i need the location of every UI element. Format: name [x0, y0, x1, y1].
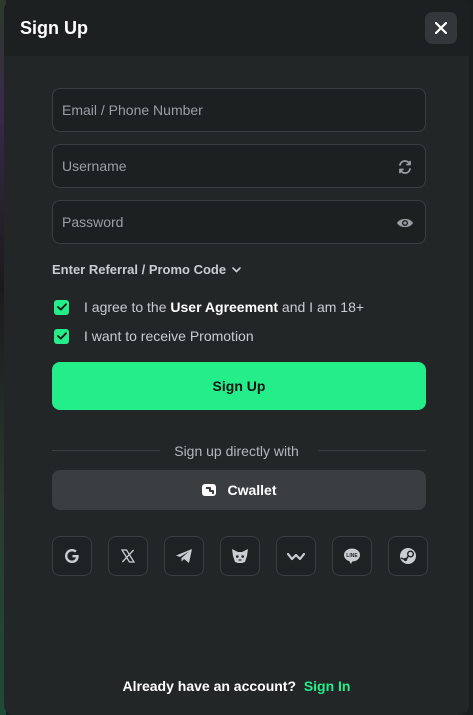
dialog-header: Sign Up: [4, 0, 469, 56]
footer: Already have an account? Sign In: [4, 678, 469, 694]
email-field-wrapper: [52, 88, 426, 132]
divider-right: [318, 450, 426, 451]
user-agreement-link[interactable]: User Agreement: [170, 299, 278, 315]
telegram-icon: [176, 549, 192, 563]
referral-toggle[interactable]: Enter Referral / Promo Code: [52, 262, 241, 277]
agreement-checkbox[interactable]: [54, 299, 69, 315]
agreement-prefix: I agree to the: [84, 299, 171, 315]
refresh-icon[interactable]: [395, 157, 415, 177]
cwallet-label: Cwallet: [227, 482, 277, 498]
x-signup-button[interactable]: [108, 536, 148, 576]
metamask-signup-button[interactable]: [220, 536, 260, 576]
telegram-signup-button[interactable]: [164, 536, 204, 576]
promotion-row: I want to receive Promotion: [54, 328, 254, 344]
password-field-wrapper: [52, 200, 426, 244]
signup-dialog: Sign Up Email / Phone Number Username En…: [4, 0, 469, 715]
agreement-row: I agree to the User Agreement and I am 1…: [54, 299, 364, 315]
divider-text: Sign up directly with: [174, 443, 299, 459]
username-field[interactable]: [53, 145, 425, 187]
google-signup-button[interactable]: [52, 536, 92, 576]
line-icon: LINE: [344, 548, 360, 564]
promotion-checkbox[interactable]: [54, 328, 69, 344]
footer-prompt: Already have an account?: [122, 678, 300, 694]
signup-button[interactable]: Sign Up: [52, 362, 426, 410]
cwallet-button[interactable]: Cwallet: [52, 470, 426, 510]
signin-link[interactable]: Sign In: [304, 678, 351, 694]
cwallet-icon: [202, 484, 217, 496]
checkmark-icon: [56, 303, 67, 311]
line-signup-button[interactable]: LINE: [332, 536, 372, 576]
password-field[interactable]: [53, 201, 425, 243]
metamask-icon: [232, 549, 248, 563]
steam-icon: [400, 548, 416, 564]
walletconnect-icon: [287, 552, 305, 561]
x-icon: [121, 549, 135, 563]
eye-icon[interactable]: [395, 213, 415, 233]
walletconnect-signup-button[interactable]: [276, 536, 316, 576]
google-icon: [65, 549, 79, 563]
referral-label: Enter Referral / Promo Code: [52, 262, 227, 277]
dialog-title: Sign Up: [20, 18, 88, 38]
svg-text:LINE: LINE: [346, 553, 358, 559]
agreement-suffix: and I am 18+: [278, 299, 365, 315]
email-field[interactable]: [53, 89, 425, 131]
promotion-label: I want to receive Promotion: [84, 328, 254, 344]
close-button[interactable]: [425, 12, 457, 44]
close-icon: [435, 22, 447, 34]
steam-signup-button[interactable]: [388, 536, 428, 576]
username-field-wrapper: [52, 144, 426, 188]
chevron-down-icon: [232, 266, 241, 272]
checkmark-icon: [56, 332, 67, 340]
